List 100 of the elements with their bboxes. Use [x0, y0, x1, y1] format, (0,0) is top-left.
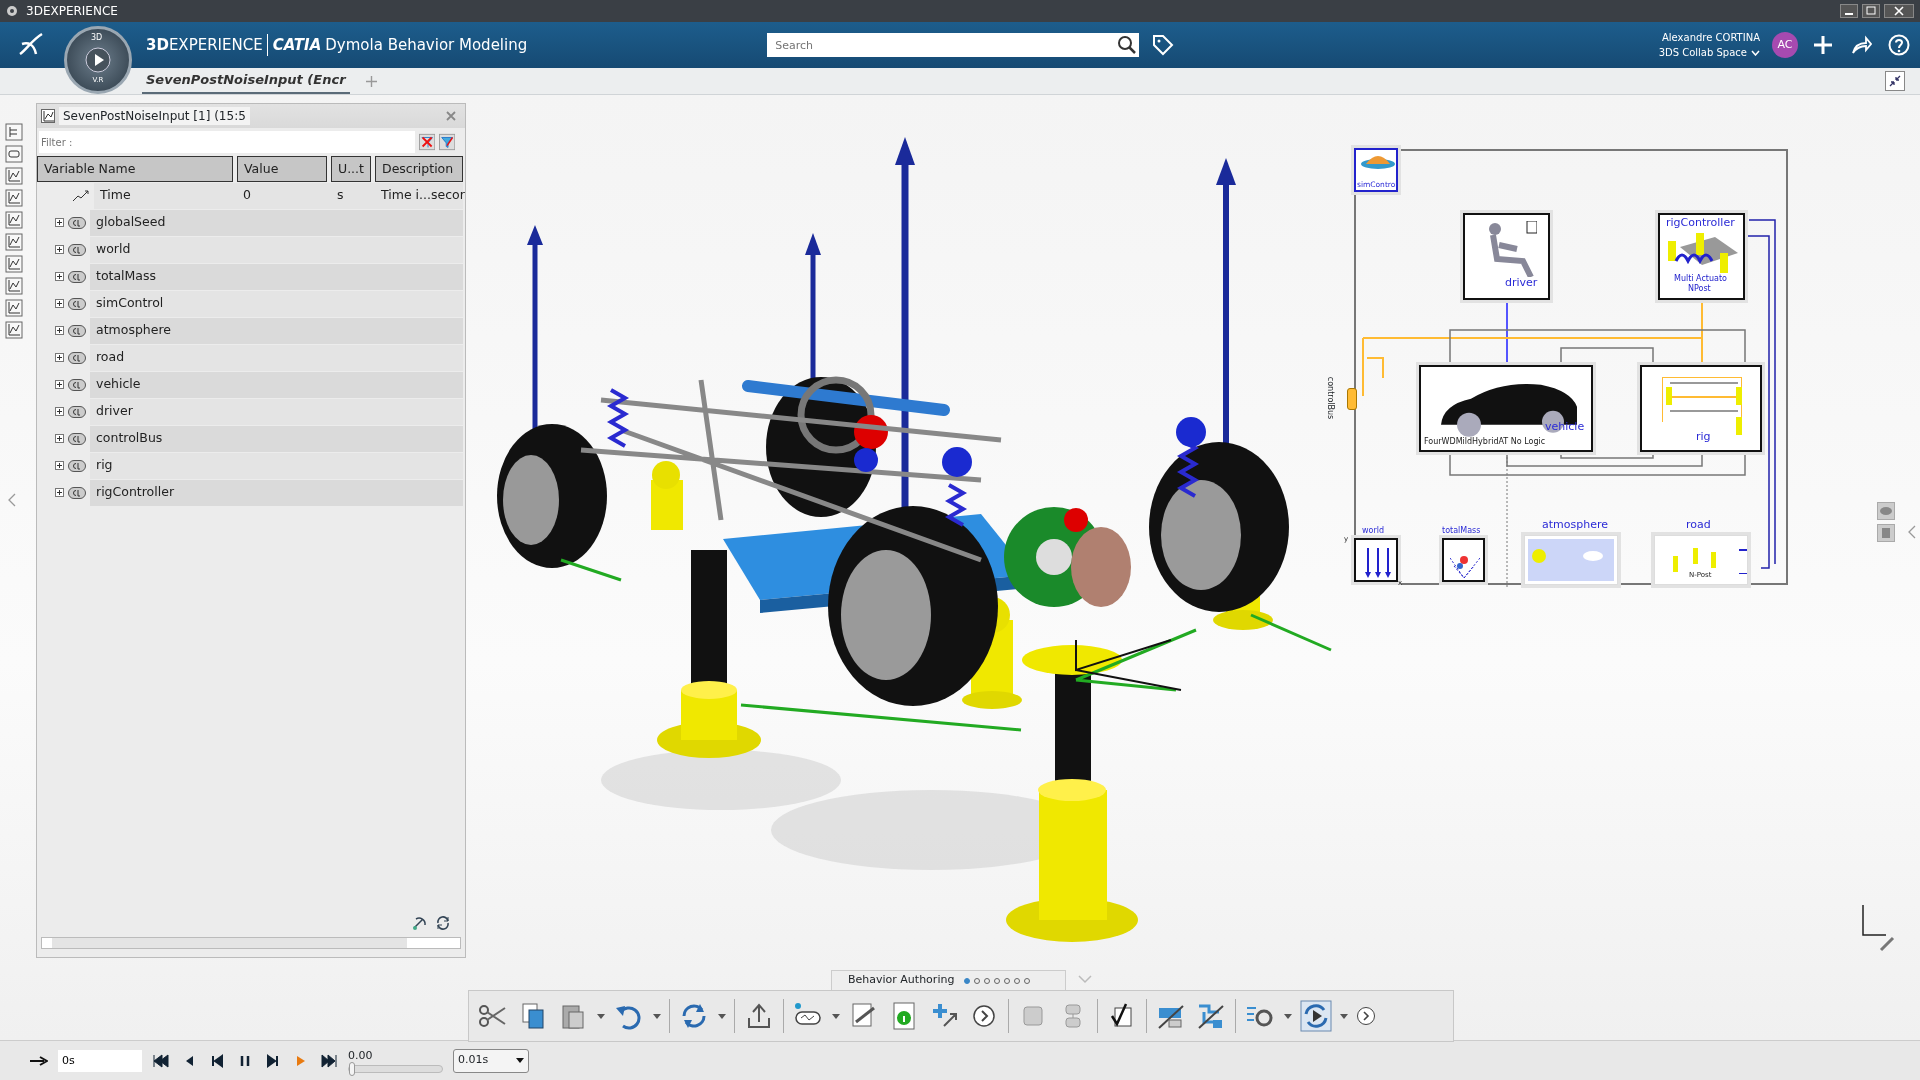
variable-name[interactable]: world [90, 236, 237, 263]
plot-icon[interactable] [5, 211, 23, 229]
model-block[interactable]: vehicle FourWDMildHybridAT No Logic [1419, 365, 1593, 452]
simulation-control-icon [1361, 156, 1395, 169]
variable-name[interactable]: driver [90, 398, 237, 425]
expand-icon[interactable] [55, 380, 64, 389]
model-block[interactable] [1354, 538, 1398, 582]
model-block[interactable]: rigController Multi Actuato NPost [1658, 213, 1745, 300]
horizontal-scrollbar[interactable] [41, 937, 461, 949]
play-icon[interactable] [85, 47, 111, 73]
plot-icon[interactable] [5, 277, 23, 295]
block-caption: Multi Actuato [1674, 275, 1727, 283]
expand-icon[interactable] [55, 218, 64, 227]
block-label: rigController [1666, 217, 1735, 228]
minimize-icon[interactable] [1840, 4, 1858, 18]
plot-icon[interactable] [5, 299, 23, 317]
maximize-icon[interactable] [1862, 4, 1880, 18]
compass-label: 3D [91, 32, 103, 44]
time-field[interactable]: 0s [58, 1049, 142, 1072]
skip-start-icon[interactable] [152, 1051, 170, 1070]
step-dropdown[interactable]: 0.01s [453, 1048, 529, 1073]
block-icon[interactable] [5, 145, 23, 163]
block-caption: FourWDMildHybridAT No Logic [1424, 438, 1546, 446]
tree-icon[interactable] [5, 123, 23, 141]
variable-name[interactable]: road [90, 344, 237, 371]
dropdown-caret-icon[interactable] [1284, 1013, 1292, 1019]
variable-name[interactable]: vehicle [90, 371, 237, 398]
variable-name[interactable]: simControl [90, 290, 237, 317]
dropdown-caret-icon[interactable] [653, 1013, 661, 1019]
block-label: world [1362, 527, 1385, 535]
model-block[interactable] [1442, 538, 1485, 582]
reset-icon[interactable] [411, 915, 427, 931]
collab-space-name[interactable]: 3DS Collab Space [1658, 45, 1747, 60]
block-label: atmosphere [1542, 519, 1608, 530]
document-tab[interactable]: SevenPostNoiseInput (Encr [142, 68, 350, 94]
expand-icon[interactable] [55, 326, 64, 335]
plot-icon[interactable] [5, 321, 23, 339]
variable-name[interactable]: atmosphere [90, 317, 237, 344]
window-title: 3DEXPERIENCE [26, 3, 118, 20]
plot-icon[interactable] [5, 255, 23, 273]
user-avatar[interactable]: AC [1772, 32, 1798, 58]
brand-name: 3DEXPERIENCE [146, 34, 263, 56]
expand-icon[interactable] [55, 461, 64, 470]
expand-icon[interactable] [55, 434, 64, 443]
class-icon [68, 324, 86, 337]
class-icon [68, 432, 86, 445]
time-slider[interactable] [348, 1064, 443, 1073]
dropdown-caret-icon[interactable] [832, 1013, 840, 1019]
chevron-left-icon[interactable] [8, 493, 16, 507]
plot-icon[interactable] [5, 167, 23, 185]
tag-icon[interactable] [1151, 33, 1176, 57]
search-icon[interactable] [1115, 33, 1140, 57]
variable-name[interactable]: controlBus [90, 425, 237, 452]
dropdown-caret-icon[interactable] [718, 1013, 726, 1019]
slider-thumb[interactable] [349, 1061, 355, 1076]
variable-name[interactable]: totalMass [90, 263, 237, 290]
clear-filter-icon[interactable] [418, 133, 435, 151]
variable-name[interactable]: globalSeed [90, 209, 237, 236]
page-dot[interactable] [964, 977, 971, 984]
actuator-rig-drawing [1668, 233, 1738, 273]
share-icon[interactable] [1850, 34, 1872, 56]
variable-name[interactable]: Time [94, 182, 237, 209]
more-icon[interactable] [1356, 1006, 1376, 1026]
toolbar-button[interactable] [1300, 1000, 1332, 1032]
expand-icon[interactable] [55, 299, 64, 308]
expand-icon[interactable] [55, 488, 64, 497]
dropdown-caret-icon[interactable] [1340, 1013, 1348, 1019]
variable-name[interactable]: rig [90, 452, 237, 479]
column-header[interactable]: Description [375, 156, 463, 182]
search-field[interactable]: Search [767, 33, 1116, 57]
help-icon[interactable] [1888, 34, 1910, 56]
restore-icon[interactable] [1885, 71, 1905, 91]
user-name[interactable]: Alexandre CORTINA [1658, 30, 1760, 45]
class-icon [68, 351, 86, 364]
suspension-rig-drawing[interactable] [497, 137, 1333, 942]
close-icon[interactable] [1884, 4, 1914, 18]
dropdown-caret-icon[interactable] [597, 1013, 605, 1019]
arrow-right-icon[interactable] [30, 1055, 48, 1066]
column-header[interactable]: Value [237, 156, 327, 182]
plot-icon[interactable] [5, 189, 23, 207]
expand-icon[interactable] [55, 272, 64, 281]
filter-field[interactable]: Filter : [39, 131, 415, 153]
class-icon [68, 270, 86, 283]
column-header[interactable]: U...t [331, 156, 371, 182]
refresh-icon[interactable] [435, 915, 451, 931]
model-block[interactable]: driver [1463, 213, 1550, 300]
filter-icon[interactable] [438, 133, 455, 151]
plot-icon[interactable] [5, 233, 23, 251]
column-header[interactable]: Variable Name [37, 156, 233, 182]
axis-triad-icon[interactable] [1862, 904, 1895, 952]
command-bar-tab[interactable]: Behavior Authoring [831, 970, 1066, 990]
variable-name[interactable]: rigController [90, 479, 237, 506]
block-label: totalMass [1442, 527, 1481, 535]
expand-icon[interactable] [55, 245, 64, 254]
expand-icon[interactable] [55, 353, 64, 362]
module-name: Dymola Behavior Modeling [325, 34, 528, 56]
model-block[interactable]: rig [1640, 365, 1762, 452]
skip-end-icon[interactable] [320, 1051, 338, 1070]
chevron-left-icon[interactable] [1908, 525, 1916, 539]
expand-icon[interactable] [55, 407, 64, 416]
